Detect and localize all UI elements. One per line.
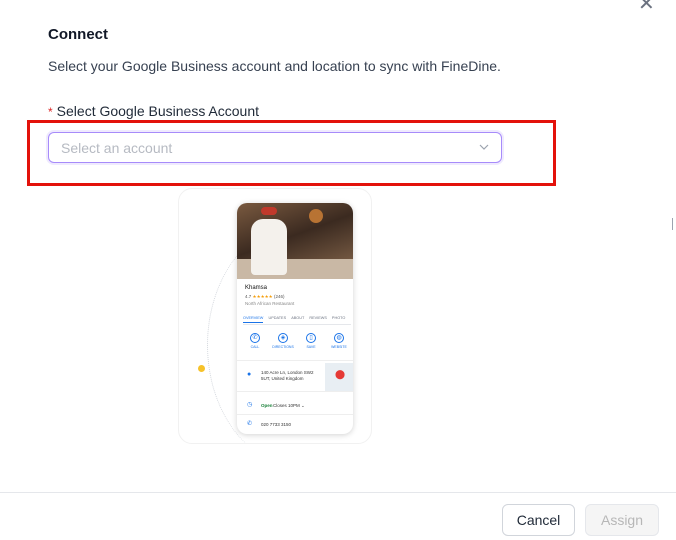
- preview-action-call-label: CALL: [250, 345, 260, 349]
- preview-action-directions-label: DIRECTIONS: [272, 345, 294, 349]
- globe-icon: ◍: [334, 333, 344, 343]
- preview-action-website: ◍ WEBSITE: [327, 333, 351, 349]
- preview-action-website-label: WEBSITE: [331, 345, 347, 349]
- preview-hours-row: ◷ Open Closes 10PM ⌄: [237, 397, 353, 415]
- clock-icon: ◷: [247, 402, 253, 408]
- preview-tabs: OVERVIEW UPDATES ABOUT REVIEWS PHOTO: [243, 316, 351, 325]
- map-pin-icon: ⬤: [335, 369, 346, 379]
- account-select-placeholder: Select an account: [61, 140, 173, 156]
- close-icon[interactable]: ✕: [638, 0, 655, 14]
- dialog-footer: Cancel Assign: [0, 492, 676, 540]
- decorative-yellow-dot: [198, 365, 205, 372]
- business-rating: 4.7 ★★★★★ (246): [245, 294, 284, 300]
- dialog-title: Connect: [48, 26, 108, 43]
- preview-tab-about: ABOUT: [291, 316, 305, 320]
- preview-tab-reviews: REVIEWS: [309, 316, 327, 320]
- mini-map: ⬤: [325, 363, 353, 391]
- preview-actions: ✆ CALL ◈ DIRECTIONS ▯ SAVE ◍ WEBSITE: [241, 333, 351, 355]
- business-category: North African Restaurant: [245, 301, 295, 306]
- preview-phone-number: 020 7733 3150: [261, 422, 292, 427]
- star-rating-icon: ★★★★★: [252, 294, 273, 299]
- cancel-button[interactable]: Cancel: [502, 504, 575, 536]
- phone-mockup: Khamsa 4.7 ★★★★★ (246) North African Res…: [237, 203, 353, 434]
- account-select[interactable]: Select an account: [48, 132, 502, 163]
- google-business-preview: Khamsa 4.7 ★★★★★ (246) North African Res…: [178, 188, 372, 444]
- preview-tab-overview: OVERVIEW: [243, 316, 264, 323]
- scrollbar-edge: [672, 218, 676, 230]
- restaurant-photo: [237, 203, 353, 279]
- hours-detail: Closes 10PM ⌄: [273, 403, 305, 408]
- bookmark-icon: ▯: [306, 333, 316, 343]
- preview-address-row: ● 140 Acre Ln, London SW2 5UT, United Ki…: [237, 360, 353, 392]
- chevron-down-icon: [479, 144, 489, 150]
- location-pin-icon: ●: [247, 371, 252, 378]
- rating-value: 4.7: [245, 294, 252, 299]
- preview-tab-updates: UPDATES: [268, 316, 287, 320]
- preview-address: 140 Acre Ln, London SW2 5UT, United King…: [261, 370, 314, 381]
- account-field-label-text: Select Google Business Account: [56, 103, 260, 119]
- business-name: Khamsa: [245, 285, 268, 291]
- review-count: (246): [273, 294, 285, 299]
- account-field-label: * Select Google Business Account: [48, 103, 259, 119]
- preview-action-save-label: SAVE: [306, 345, 316, 349]
- preview-action-directions: ◈ DIRECTIONS: [271, 333, 295, 349]
- directions-icon: ◈: [278, 333, 288, 343]
- preview-action-save: ▯ SAVE: [299, 333, 323, 349]
- preview-action-call: ✆ CALL: [243, 333, 267, 349]
- preview-tab-photo: PHOTO: [331, 316, 346, 320]
- phone-icon: ✆: [250, 333, 260, 343]
- required-asterisk: *: [48, 105, 53, 119]
- assign-button[interactable]: Assign: [585, 504, 659, 536]
- phone-icon: ✆: [247, 421, 253, 427]
- preview-phone-row: ✆ 020 7733 3150: [237, 417, 353, 433]
- hours-status: Open: [261, 403, 273, 408]
- dialog-subtitle: Select your Google Business account and …: [48, 58, 501, 74]
